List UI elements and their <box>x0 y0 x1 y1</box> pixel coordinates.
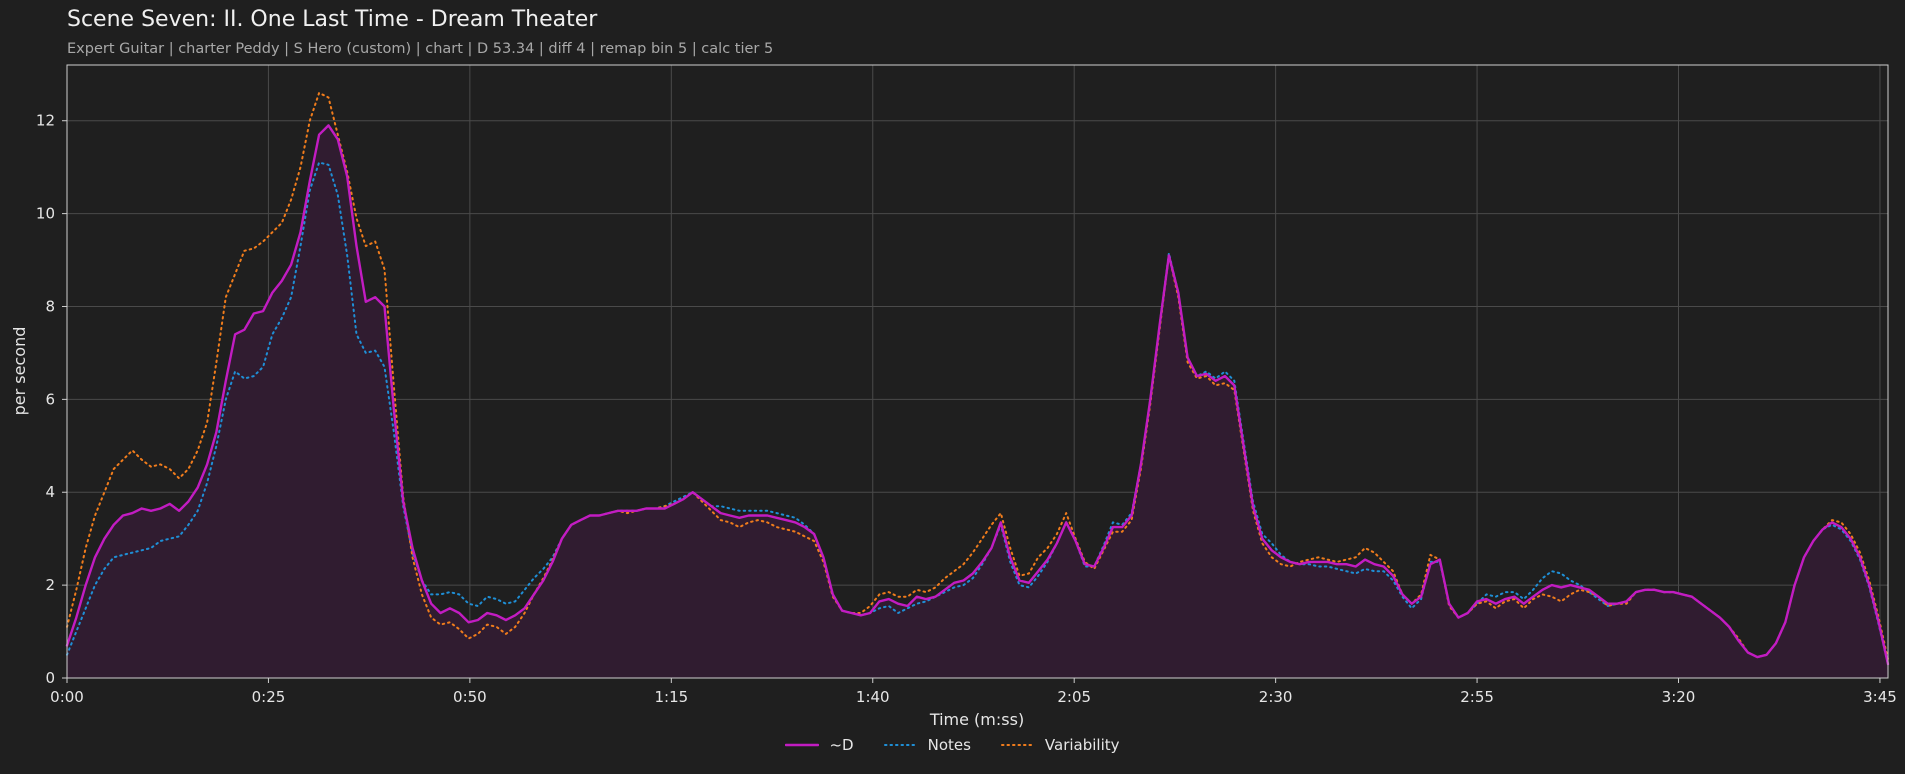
legend-swatch <box>1000 744 1035 746</box>
chart-svg: 0:00 0:25 0:50 1:15 1:40 2:05 2:30 2:55 3:20 3:45… <box>10 64 1897 729</box>
y-tick-label: 10 <box>36 205 55 223</box>
x-tick-label: 0:50 <box>453 688 487 706</box>
x-tick-label: 1:40 <box>856 688 890 706</box>
x-tick-label: 2:30 <box>1259 688 1293 706</box>
x-tick-label: 1:15 <box>654 688 688 706</box>
y-ticks: 0 2 4 6 8 10 12 <box>36 112 67 687</box>
legend-swatch <box>883 744 918 746</box>
x-tick-label: 0:00 <box>50 688 84 706</box>
x-tick-label: 3:45 <box>1863 688 1897 706</box>
legend-label: Notes <box>927 736 971 754</box>
x-tick-label: 0:25 <box>252 688 286 706</box>
y-tick-label: 6 <box>45 390 55 408</box>
legend-label: ~D <box>829 736 854 754</box>
legend-item: Notes <box>883 736 971 754</box>
y-tick-label: 4 <box>45 483 55 501</box>
x-tick-label: 3:20 <box>1662 688 1696 706</box>
legend-label: Variability <box>1044 736 1120 754</box>
y-tick-label: 8 <box>45 297 55 315</box>
y-tick-label: 0 <box>45 669 55 687</box>
legend-item: ~D <box>785 736 854 754</box>
y-tick-label: 12 <box>36 112 55 130</box>
x-tick-label: 2:55 <box>1460 688 1494 706</box>
x-ticks: 0:00 0:25 0:50 1:15 1:40 2:05 2:30 2:55 3:20 3:45 <box>50 678 1897 706</box>
legend: ~D Notes Variability <box>0 736 1905 754</box>
legend-item: Variability <box>1000 736 1120 754</box>
y-tick-label: 2 <box>45 576 55 594</box>
x-axis-label: Time (m:ss) <box>929 710 1024 729</box>
y-axis-label: per second <box>10 327 29 416</box>
x-tick-label: 2:05 <box>1057 688 1091 706</box>
legend-swatch <box>785 743 820 747</box>
